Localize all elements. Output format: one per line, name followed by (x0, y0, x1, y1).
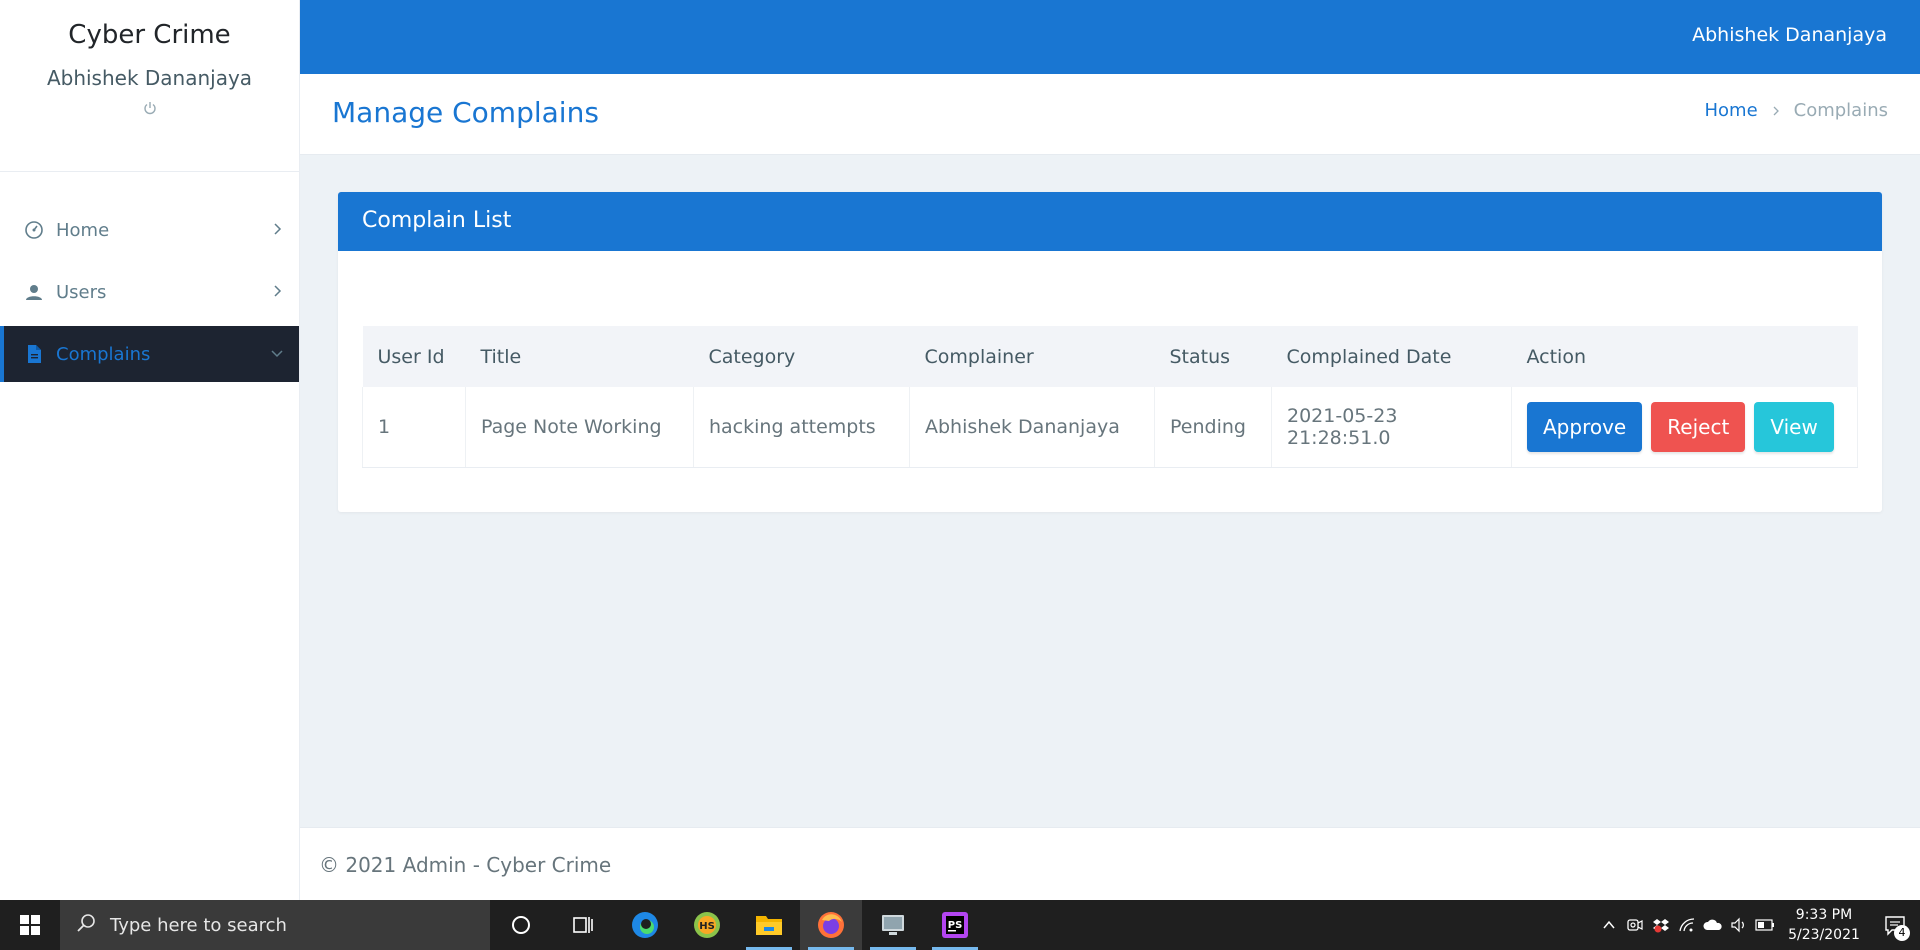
column-header: Title (480, 345, 522, 368)
chevron-right-icon (269, 221, 285, 237)
file-explorer-icon[interactable] (738, 900, 800, 950)
footer-text: © 2021 Admin - Cyber Crime (319, 853, 612, 877)
sidebar-item-label: Home (56, 219, 110, 241)
search-icon (76, 913, 110, 938)
cell-category: hacking attempts (693, 387, 910, 468)
cell-date: 2021-05-23 21:28:51.0 (1271, 387, 1512, 468)
remote-desktop-icon[interactable] (862, 900, 924, 950)
sidebar-item-home[interactable]: Home (0, 202, 299, 258)
sidebar-item-complains[interactable]: Complains (0, 326, 299, 382)
column-header: Status (1169, 345, 1231, 368)
firefox-icon[interactable] (800, 900, 862, 950)
chevron-right-icon (1771, 103, 1781, 119)
chevron-right-icon (269, 283, 285, 299)
edge-browser-icon[interactable] (614, 900, 676, 950)
card-title: Complain List (362, 208, 512, 233)
hotspot-app-icon[interactable]: HS (676, 900, 738, 950)
footer: © 2021 Admin - Cyber Crime (300, 827, 1920, 900)
dropbox-icon[interactable] (1648, 900, 1674, 950)
chevron-up-icon[interactable] (1596, 900, 1622, 950)
complain-list-card: Complain List User Id Title Category Com… (338, 192, 1882, 512)
wifi-icon[interactable] (1674, 900, 1700, 950)
sidebar-profile: Cyber Crime Abhishek Dananjaya (0, 0, 299, 172)
reject-button[interactable]: Reject (1651, 401, 1746, 452)
page-title: Manage Complains (332, 96, 599, 129)
breadcrumb: Home Complains (1704, 100, 1888, 121)
system-tray: 9:33 PM 5/23/2021 4 (1596, 900, 1920, 950)
sidebar-item-label: Complains (56, 343, 151, 365)
cell-title: Page Note Working (465, 387, 694, 468)
notification-count-badge: 4 (1894, 925, 1910, 941)
column-header: Action (1526, 345, 1587, 368)
column-header: Category (708, 345, 796, 368)
cell-user-id: 1 (362, 387, 466, 468)
brand-title: Cyber Crime (68, 20, 231, 50)
column-header: Complainer (924, 345, 1034, 368)
phpstorm-icon[interactable]: PS (924, 900, 986, 950)
camera-icon[interactable] (1622, 900, 1648, 950)
sidebar-item-label: Users (56, 281, 107, 303)
speaker-icon[interactable] (1726, 900, 1752, 950)
page-header: Manage Complains Home Complains (300, 74, 1920, 155)
card-header: Complain List (338, 192, 1882, 251)
taskbar-clock[interactable]: 9:33 PM 5/23/2021 (1778, 905, 1870, 945)
sidebar-nav: Home Users Complains (0, 202, 299, 382)
view-button[interactable]: View (1754, 401, 1834, 452)
cell-status: Pending (1154, 387, 1272, 468)
cortana-icon[interactable] (490, 900, 552, 950)
topbar: Abhishek Dananjaya (300, 0, 1920, 74)
complains-table: User Id Title Category Complainer Status… (362, 326, 1858, 468)
sidebar-username: Abhishek Dananjaya (46, 66, 253, 90)
table-row: 1 Page Note Working hacking attempts Abh… (362, 387, 1858, 468)
clock-time: 9:33 PM (1795, 907, 1853, 923)
column-header: Complained Date (1286, 345, 1452, 368)
clock-date: 5/23/2021 (1788, 927, 1860, 943)
notification-icon[interactable]: 4 (1870, 900, 1920, 950)
breadcrumb-home[interactable]: Home (1704, 100, 1757, 121)
task-view-icon[interactable] (552, 900, 614, 950)
taskbar: Type here to search HS PS 9:33 PM 5/23/2… (0, 900, 1920, 950)
user-icon (24, 282, 44, 302)
svg-text:HS: HS (699, 921, 715, 932)
cell-complainer: Abhishek Dananjaya (909, 387, 1155, 468)
chevron-down-icon (269, 345, 285, 361)
svg-text:PS: PS (948, 920, 963, 931)
onedrive-icon[interactable] (1700, 900, 1726, 950)
search-placeholder: Type here to search (110, 914, 287, 936)
document-icon (24, 344, 44, 364)
windows-start-icon[interactable] (0, 900, 60, 950)
power-icon[interactable] (142, 100, 158, 116)
battery-icon[interactable] (1752, 900, 1778, 950)
breadcrumb-current: Complains (1793, 100, 1888, 121)
topbar-username[interactable]: Abhishek Dananjaya (1692, 24, 1887, 46)
sidebar: Cyber Crime Abhishek Dananjaya Home User… (0, 0, 300, 900)
approve-button[interactable]: Approve (1527, 401, 1643, 452)
column-header: User Id (377, 345, 445, 368)
sidebar-item-users[interactable]: Users (0, 264, 299, 320)
table-header-row: User Id Title Category Complainer Status… (362, 326, 1858, 387)
taskbar-search[interactable]: Type here to search (60, 900, 490, 950)
gauge-icon (24, 220, 44, 240)
cell-actions: Approve Reject View (1511, 387, 1858, 468)
